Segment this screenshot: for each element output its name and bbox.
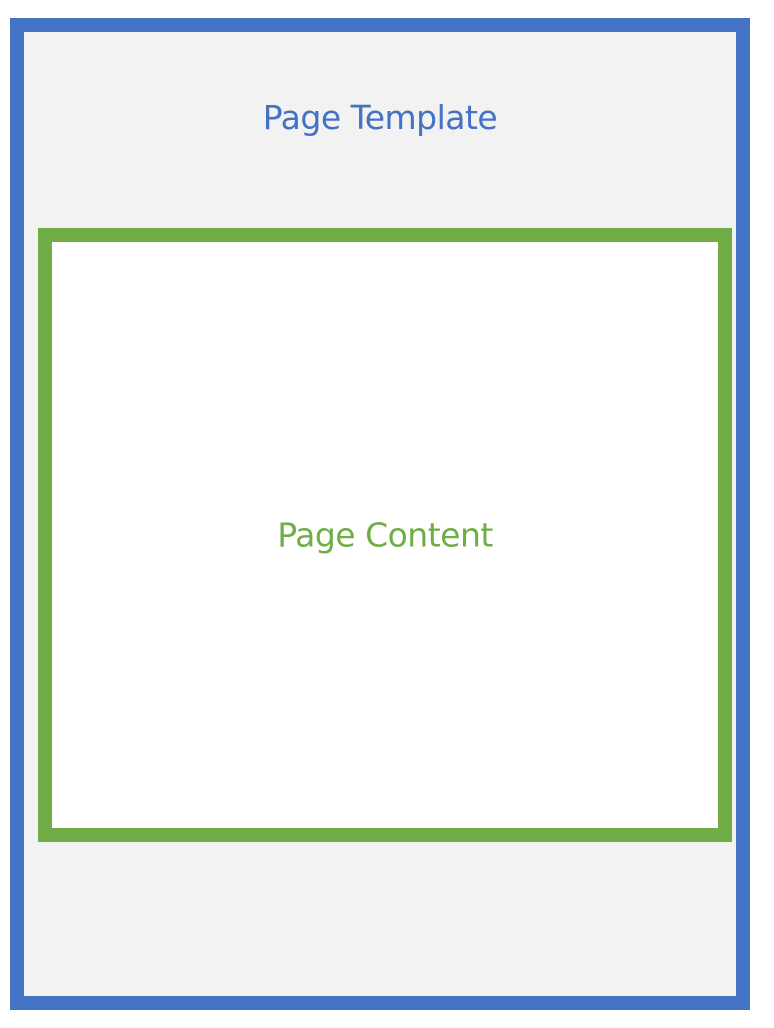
page-content-label: Page Content <box>277 515 493 555</box>
page-template-label: Page Template <box>262 98 498 137</box>
page-template-box: Page Template Page Content <box>10 18 750 1010</box>
page-content-box: Page Content <box>38 228 732 842</box>
